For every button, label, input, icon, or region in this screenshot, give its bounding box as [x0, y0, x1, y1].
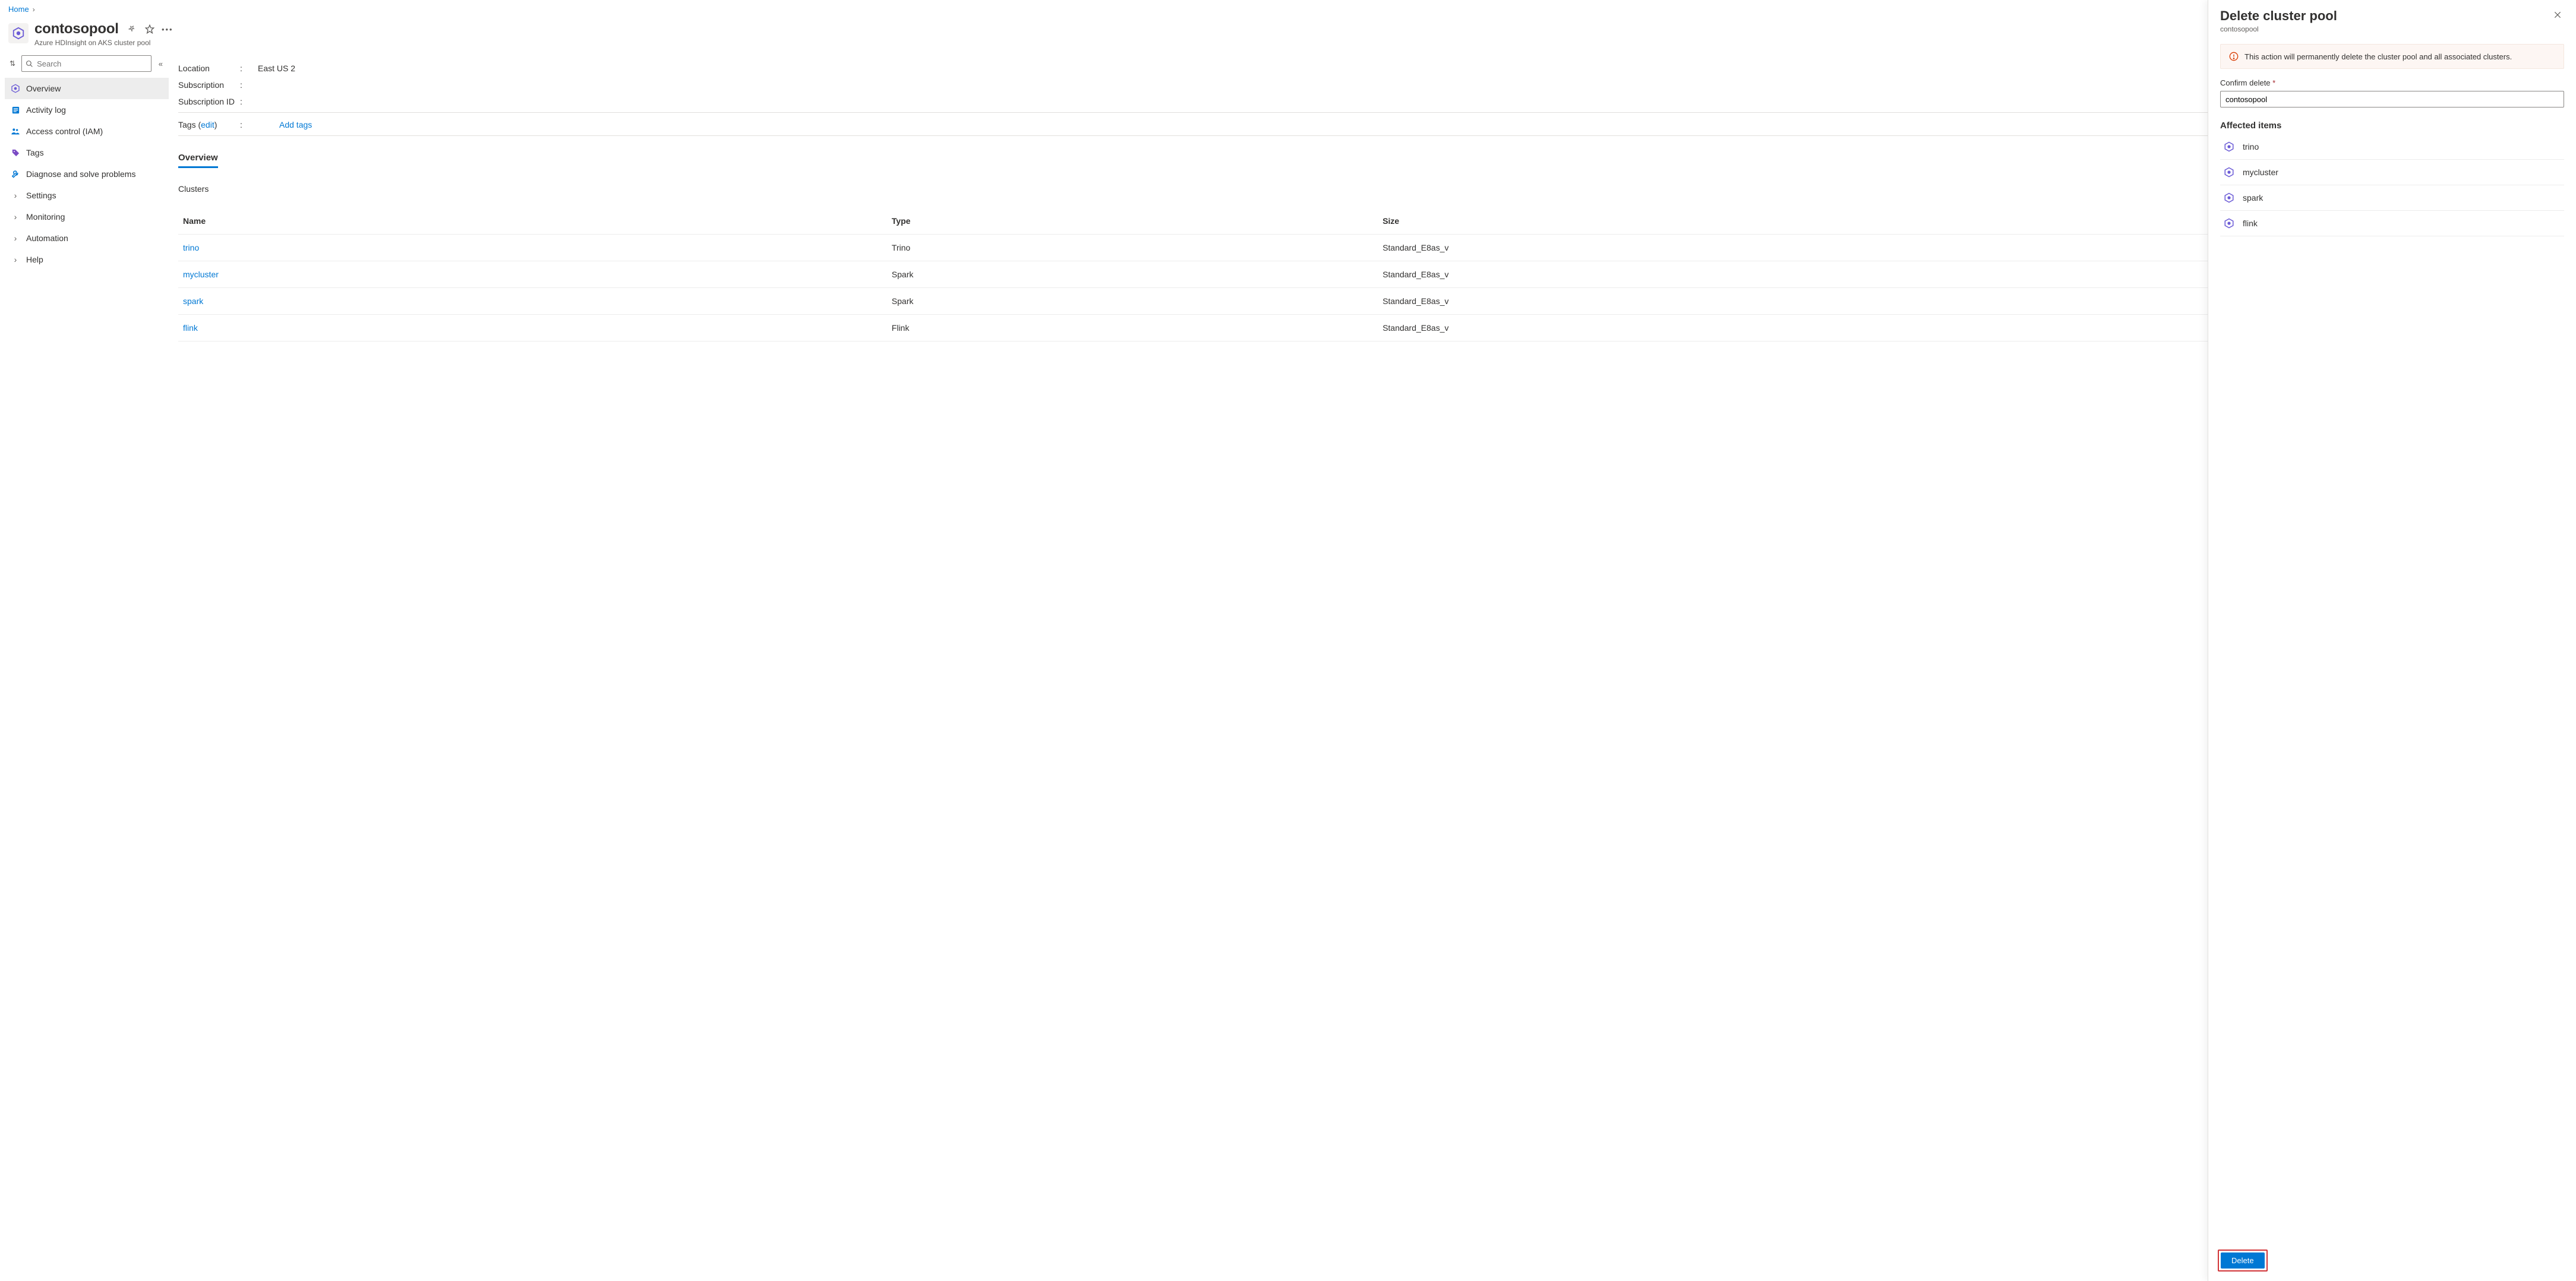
warning-icon [2229, 52, 2239, 61]
cluster-type-cell: Trino [887, 235, 1378, 261]
more-icon[interactable]: ••• [163, 24, 172, 34]
chevron-right-icon: › [11, 191, 20, 200]
search-input[interactable] [37, 59, 147, 68]
sidebar-item-help[interactable]: › Help [5, 249, 169, 270]
affected-items-label: Affected items [2220, 121, 2564, 131]
sidebar-item-label: Diagnose and solve problems [26, 169, 135, 179]
breadcrumb: Home › [0, 0, 2576, 17]
list-item: mycluster [2220, 160, 2564, 185]
column-header-name[interactable]: Name [178, 210, 887, 235]
resource-subtitle: Azure HDInsight on AKS cluster pool [34, 39, 172, 47]
delete-button[interactable]: Delete [2221, 1252, 2265, 1269]
list-item: trino [2220, 134, 2564, 160]
cluster-hex-icon [2224, 141, 2234, 152]
cluster-link[interactable]: spark [183, 296, 203, 306]
cluster-link[interactable]: mycluster [183, 270, 219, 279]
sidebar-item-tags[interactable]: Tags [5, 142, 169, 163]
affected-item-name: trino [2243, 142, 2259, 151]
sidebar-search[interactable] [21, 55, 151, 72]
cluster-hex-icon [2224, 218, 2234, 229]
pin-icon[interactable] [127, 24, 137, 34]
activity-log-icon [11, 105, 20, 115]
sidebar-item-label: Activity log [26, 105, 66, 115]
warning-text: This action will permanently delete the … [2244, 52, 2512, 61]
affected-items-list: trino mycluster spark flink [2220, 134, 2564, 236]
list-item: spark [2220, 185, 2564, 211]
delete-blade: Delete cluster pool contosopool This act… [2208, 0, 2576, 1281]
collapse-sidebar-icon[interactable]: « [156, 58, 165, 69]
chevron-right-icon: › [11, 255, 20, 264]
sidebar-item-diagnose[interactable]: Diagnose and solve problems [5, 163, 169, 185]
sidebar-item-monitoring[interactable]: › Monitoring [5, 206, 169, 227]
sidebar-item-automation[interactable]: › Automation [5, 227, 169, 249]
cluster-type-cell: Spark [887, 288, 1378, 315]
tab-overview[interactable]: Overview [178, 149, 218, 168]
cluster-link[interactable]: flink [183, 323, 198, 333]
affected-item-name: spark [2243, 193, 2263, 203]
search-icon [26, 60, 33, 68]
resource-hex-icon [8, 23, 29, 43]
people-icon [11, 126, 20, 136]
essentials-label: Location [178, 64, 240, 73]
sidebar-item-label: Monitoring [26, 212, 65, 222]
sidebar-item-label: Automation [26, 233, 68, 243]
sidebar-item-label: Access control (IAM) [26, 126, 103, 136]
essentials-value-location: East US 2 [258, 64, 295, 73]
overview-hex-icon [11, 84, 20, 93]
close-icon[interactable] [2551, 8, 2564, 21]
column-header-type[interactable]: Type [887, 210, 1378, 235]
sidebar: ⇅ « Overview Activity log Acce [0, 55, 169, 1281]
chevron-right-icon: › [11, 212, 20, 222]
cluster-type-cell: Spark [887, 261, 1378, 288]
wrench-icon [11, 169, 20, 179]
sidebar-item-label: Settings [26, 191, 56, 200]
affected-item-name: flink [2243, 219, 2258, 228]
essentials-label: Tags (edit) [178, 120, 240, 129]
list-item: flink [2220, 211, 2564, 236]
confirm-delete-label: Confirm delete * [2220, 78, 2564, 87]
sidebar-item-overview[interactable]: Overview [5, 78, 169, 99]
resource-header: contosopool ••• Azure HDInsight on AKS c… [0, 17, 2576, 55]
add-tags-link[interactable]: Add tags [279, 120, 312, 129]
blade-subtitle: contosopool [2220, 25, 2337, 33]
cluster-type-cell: Flink [887, 315, 1378, 341]
cluster-link[interactable]: trino [183, 243, 199, 252]
blade-title: Delete cluster pool [2220, 8, 2337, 24]
tag-icon [11, 148, 20, 157]
breadcrumb-home[interactable]: Home [8, 5, 29, 14]
sidebar-item-label: Overview [26, 84, 61, 93]
sort-handle-icon[interactable]: ⇅ [8, 58, 17, 69]
sidebar-item-label: Tags [26, 148, 44, 157]
cluster-hex-icon [2224, 167, 2234, 178]
tags-edit-link[interactable]: edit [201, 120, 214, 129]
sidebar-item-access-control[interactable]: Access control (IAM) [5, 121, 169, 142]
affected-item-name: mycluster [2243, 167, 2278, 177]
favorite-star-icon[interactable] [145, 24, 154, 34]
cluster-hex-icon [2224, 192, 2234, 203]
sidebar-item-activity-log[interactable]: Activity log [5, 99, 169, 121]
page-title: contosopool [34, 21, 119, 37]
essentials-label: Subscription ID [178, 97, 240, 106]
sidebar-item-settings[interactable]: › Settings [5, 185, 169, 206]
breadcrumb-chevron-icon: › [33, 5, 35, 14]
chevron-right-icon: › [11, 233, 20, 243]
essentials-label: Subscription [178, 80, 240, 90]
sidebar-item-label: Help [26, 255, 43, 264]
confirm-delete-input[interactable] [2220, 91, 2564, 107]
delete-button-highlight: Delete [2218, 1250, 2268, 1271]
warning-banner: This action will permanently delete the … [2220, 44, 2564, 69]
